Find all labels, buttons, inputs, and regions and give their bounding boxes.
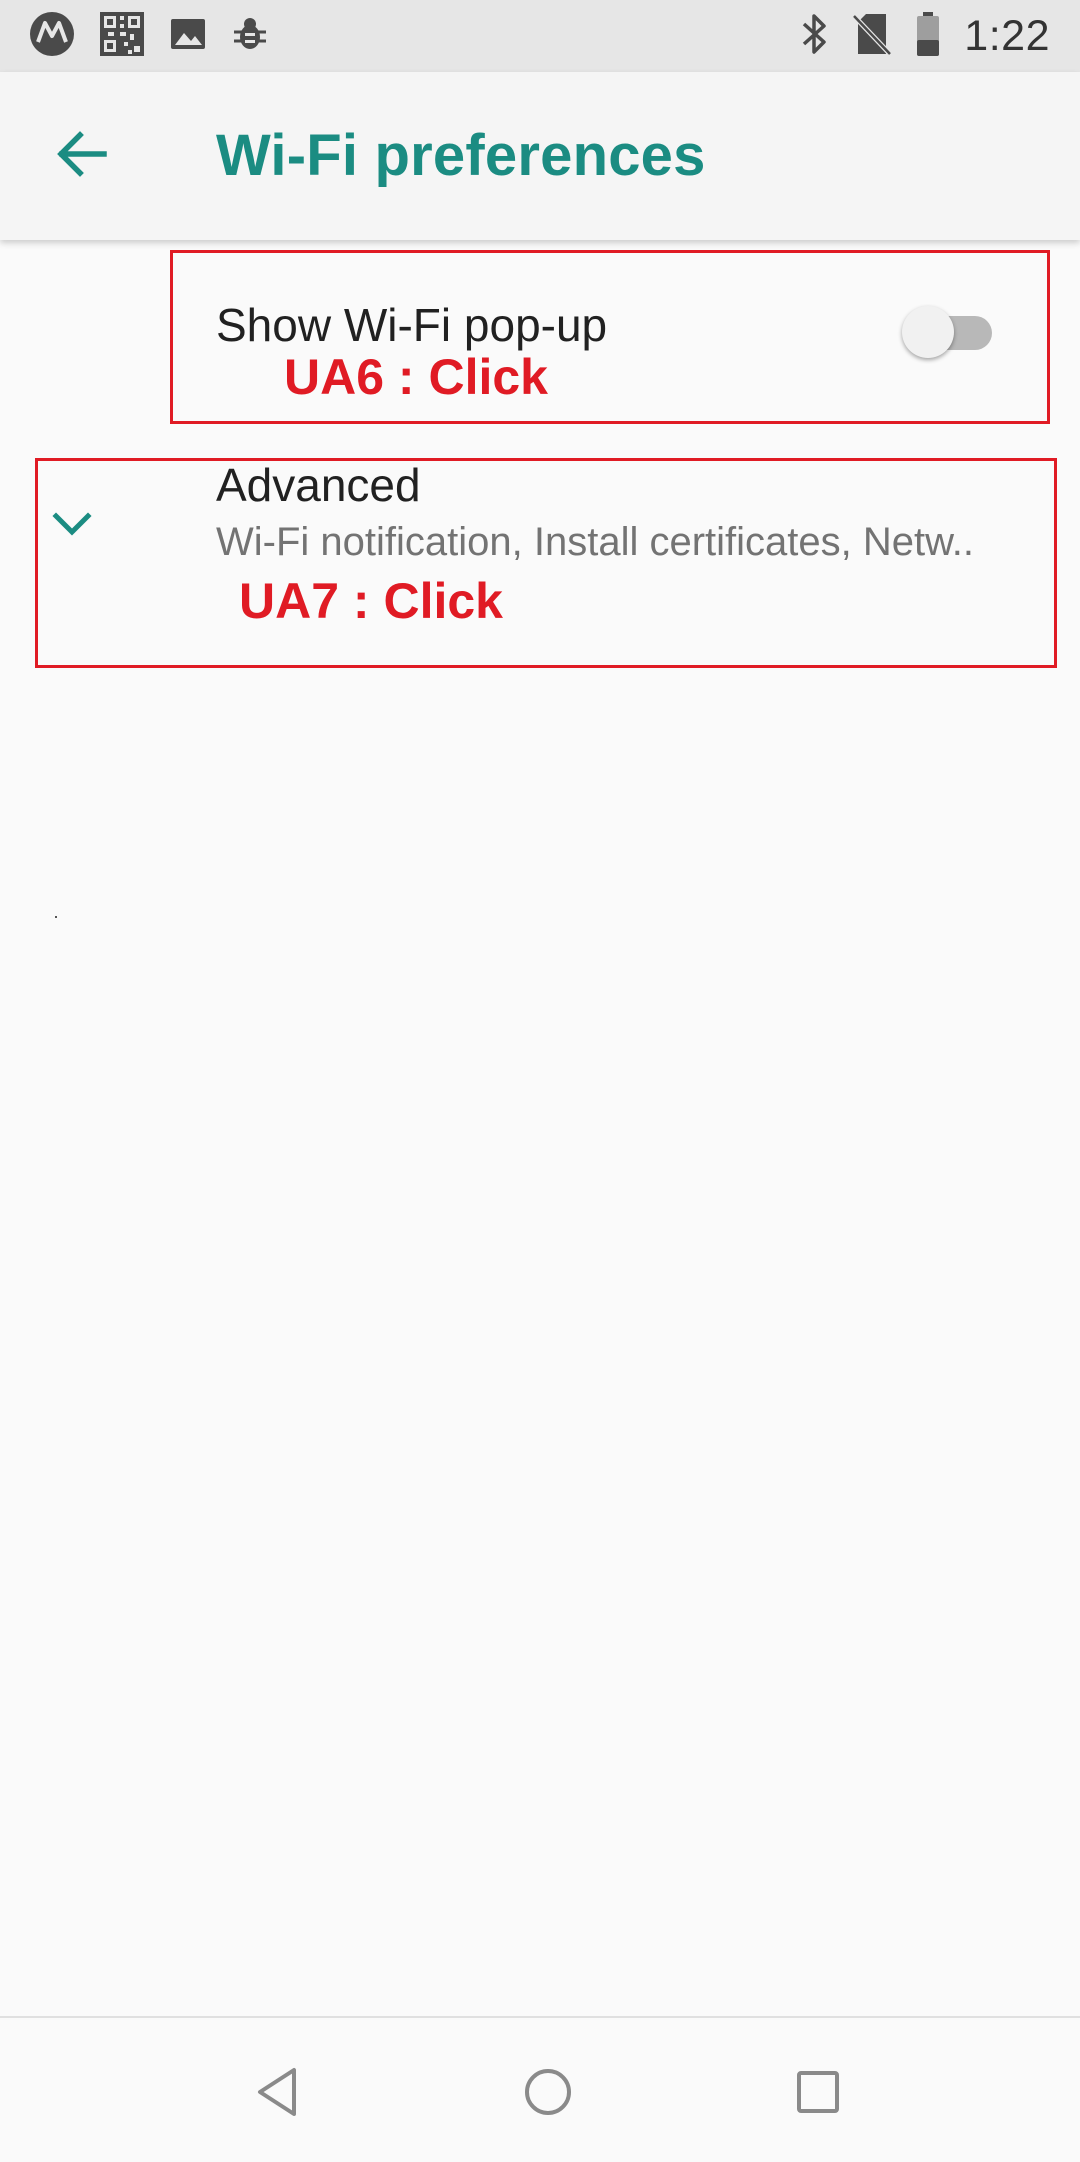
nav-home-button[interactable]	[500, 2046, 596, 2142]
status-bar: 1:22	[0, 0, 1080, 72]
page-title: Wi-Fi preferences	[216, 123, 706, 188]
screen-artifact	[55, 916, 57, 918]
navigation-bar	[0, 2016, 1080, 2162]
bluetooth-icon	[798, 12, 830, 61]
bug-icon	[230, 14, 270, 59]
arrow-back-icon	[54, 126, 110, 187]
status-time: 1:22	[964, 11, 1050, 60]
annotation-label-ua7: UA7 : Click	[239, 573, 503, 629]
annotation-box-ua7	[35, 458, 1057, 668]
nav-recents-button[interactable]	[770, 2046, 866, 2142]
battery-icon	[914, 10, 942, 63]
nav-recents-icon	[790, 2064, 846, 2125]
nav-back-icon	[250, 2064, 306, 2125]
image-icon	[168, 14, 208, 59]
motorola-logo-icon	[28, 10, 76, 63]
nav-home-icon	[520, 2064, 576, 2125]
back-button[interactable]	[46, 120, 118, 192]
app-toolbar: Wi-Fi preferences	[0, 72, 1080, 240]
no-sim-icon	[852, 10, 893, 63]
status-right-icons: 1:22	[798, 8, 1050, 64]
nav-back-button[interactable]	[230, 2046, 326, 2142]
qr-code-icon	[98, 10, 146, 63]
annotation-label-ua6: UA6 : Click	[284, 349, 548, 405]
status-left-icons	[28, 10, 270, 63]
